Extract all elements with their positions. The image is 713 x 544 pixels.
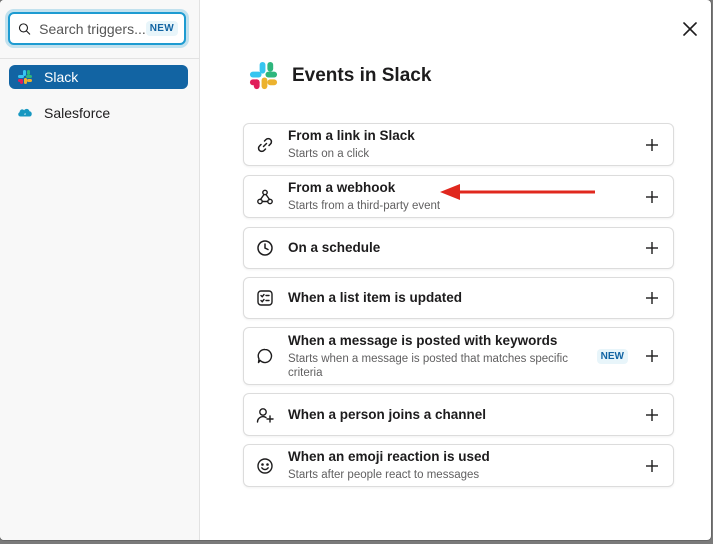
trigger-picker-dialog: Search triggers... NEW Slack sf Salesfor… [0, 0, 711, 540]
trigger-card-list-item[interactable]: When a list item is updated [243, 277, 674, 319]
trigger-title: When a message is posted with keywords [288, 332, 558, 348]
trigger-title: When an emoji reaction is used [288, 449, 490, 464]
plus-icon[interactable] [644, 189, 660, 205]
slack-logo-icon [17, 69, 33, 85]
trigger-card-schedule[interactable]: On a schedule [243, 227, 674, 269]
sidebar-item-salesforce[interactable]: sf Salesforce [9, 101, 188, 125]
sidebar: Search triggers... NEW Slack sf Salesfor… [0, 0, 200, 540]
new-badge: NEW [596, 348, 628, 364]
webhook-icon [256, 188, 274, 206]
search-placeholder: Search triggers... [39, 20, 146, 37]
trigger-card-person-joins[interactable]: When a person joins a channel [243, 393, 674, 436]
page-title: Events in Slack [292, 64, 432, 86]
clock-icon [256, 239, 274, 257]
plus-icon[interactable] [644, 290, 660, 306]
sidebar-item-label: Salesforce [44, 105, 111, 121]
plus-icon[interactable] [644, 458, 660, 474]
trigger-subtitle: Starts on a click [288, 148, 370, 160]
search-icon [18, 22, 31, 35]
trigger-card-link[interactable]: From a link in Slack Starts on a click [243, 123, 674, 166]
sidebar-item-label: Slack [44, 69, 79, 85]
trigger-card-message-keywords[interactable]: When a message is posted with keywords S… [243, 327, 674, 385]
plus-icon[interactable] [644, 407, 660, 423]
trigger-title: When a list item is updated [288, 290, 463, 305]
plus-icon[interactable] [644, 348, 660, 364]
annotation-arrow-icon [440, 184, 595, 200]
close-icon [683, 22, 697, 36]
search-input[interactable]: Search triggers... NEW [8, 12, 186, 45]
page-heading: Events in Slack [248, 60, 431, 91]
trigger-card-emoji-reaction[interactable]: When an emoji reaction is used Starts af… [243, 444, 674, 487]
slack-logo-icon [249, 61, 278, 90]
svg-text:sf: sf [24, 112, 26, 116]
plus-icon[interactable] [644, 137, 660, 153]
close-button[interactable] [679, 18, 701, 40]
new-badge: NEW [145, 21, 178, 36]
link-icon [256, 136, 274, 154]
trigger-title: From a link in Slack [288, 128, 415, 143]
trigger-title: When a person joins a channel [288, 406, 487, 422]
message-icon [256, 347, 274, 365]
salesforce-logo-icon: sf [17, 105, 33, 121]
sidebar-divider [0, 58, 199, 59]
person-add-icon [256, 406, 274, 424]
sidebar-item-slack[interactable]: Slack [9, 65, 188, 89]
plus-icon[interactable] [644, 240, 660, 256]
list-icon [256, 289, 274, 307]
trigger-subtitle: Starts after people react to messages [288, 469, 480, 481]
emoji-icon [256, 457, 274, 475]
trigger-subtitle: Starts when a message is posted that mat… [288, 352, 568, 379]
trigger-title: On a schedule [288, 240, 381, 255]
